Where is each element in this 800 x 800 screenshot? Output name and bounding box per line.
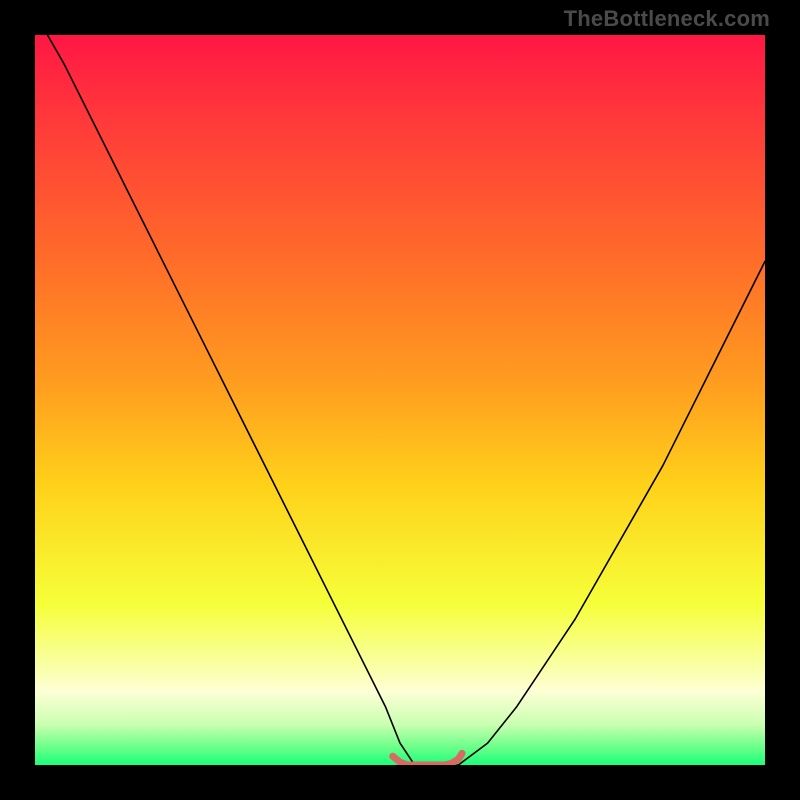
bottleneck-chart bbox=[35, 35, 765, 765]
gradient-bg bbox=[35, 35, 765, 765]
chart-frame bbox=[35, 35, 765, 765]
watermark-text: TheBottleneck.com bbox=[564, 6, 770, 32]
